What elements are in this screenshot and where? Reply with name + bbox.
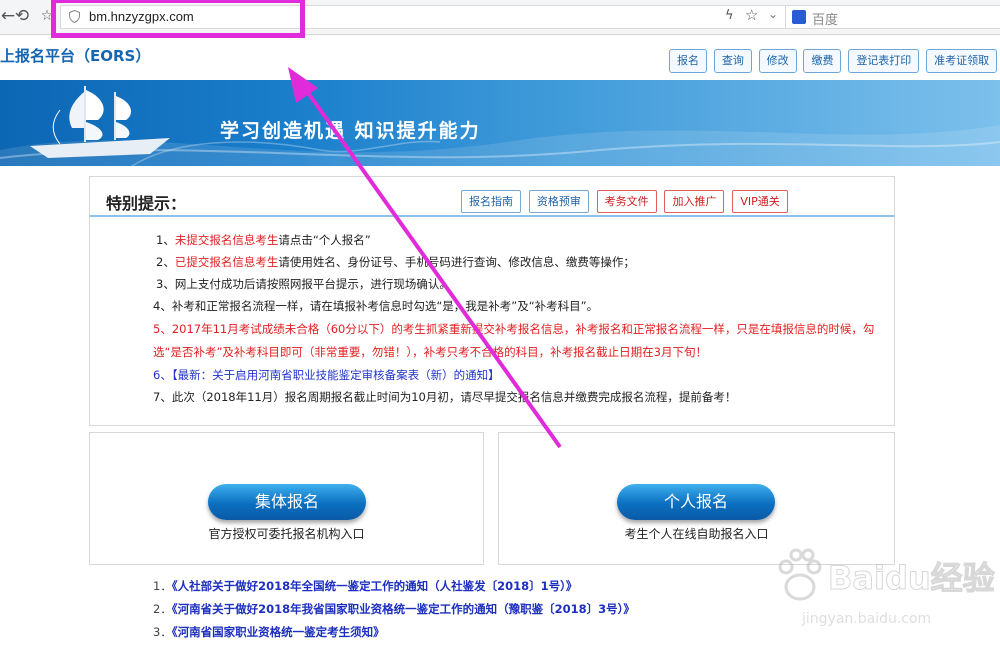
search-placeholder: 百度 [812,13,839,28]
link-registration-guide[interactable]: 报名指南 [461,190,521,213]
reload-icon[interactable]: ⟲ [12,6,32,26]
baidu-jingyan-watermark: Baidu经验 jingyan.baidu.com [770,545,995,635]
notice-links: 报名指南 资格预审 考务文件 加入推广 VIP通关 [461,190,792,213]
notice-header: 特别提示： 报名指南 资格预审 考务文件 加入推广 VIP通关 [90,177,894,217]
watermark-text: Baidu经验 [828,559,996,598]
site-header: 上报名平台（EORS） 报名 查询 修改 缴费 登记表打印 准考证领取 成绩 [0,35,1000,80]
link-exam-documents[interactable]: 考务文件 [596,190,657,213]
special-notice-panel: 特别提示： 报名指南 资格预审 考务文件 加入推广 VIP通关 1、未提交报名信… [89,176,895,426]
bookmark-star-icon[interactable]: ☆ [745,6,758,24]
link-join-promotion[interactable]: 加入推广 [664,190,725,213]
notice-item: 7、此次（2018年11月）报名周期报名截止时间为10月初，请尽早提交报名信息并… [153,390,737,404]
baidu-paw-icon [792,10,806,24]
notice-title: 特别提示： [106,194,187,213]
notice-item: 选“是否补考”及补考科目即可（非常重要，勿错！），补考只考不合格的科目，补考报名… [153,345,707,359]
notice-link-item[interactable]: 6、【最新：关于启用河南省职业技能鉴定审核备案表（新）的通知】 [153,364,500,386]
nav-pay[interactable]: 缴费 [803,49,842,73]
document-link[interactable]: 2．《河南省关于做好2018年我省国家职业资格统一鉴定工作的通知（豫职鉴〔201… [153,601,635,617]
banner-slogan: 学习创造机遇 知识提升能力 [220,120,481,142]
link-vip-pass[interactable]: VIP通关 [732,190,788,213]
url-highlight-box [51,0,305,38]
document-link[interactable]: 3．《河南省国家职业资格统一鉴定考生须知》 [153,624,385,640]
notice-item: 1、未提交报名信息考生请点击“个人报名” [156,233,371,247]
watermark-url: jingyan.baidu.com [802,611,932,627]
notice-item: 4、补考和正常报名流程一样，请在填报补考信息时勾选“是，我是补考”及“补考科目”… [153,299,599,313]
notice-item: 2、已提交报名信息考生请使用姓名、身份证号、手机号码进行查询、修改信息、缴费等操… [156,255,635,269]
personal-registration-button[interactable]: 个人报名 [617,484,775,520]
document-link[interactable]: 1．《人社部关于做好2018年全国统一鉴定工作的通知（人社鉴发〔2018〕1号）… [153,578,577,594]
banner: 学习创造机遇 知识提升能力 [0,80,1000,166]
sailing-ship-illustration [0,86,1000,166]
nav-query[interactable]: 查询 [713,49,752,73]
nav-print-form[interactable]: 登记表打印 [848,49,920,73]
group-registration-caption: 官方授权可委托报名机构入口 [208,527,365,541]
top-nav: 报名 查询 修改 缴费 登记表打印 准考证领取 成绩 [669,49,1000,73]
nav-modify[interactable]: 修改 [758,49,797,73]
group-registration-panel: 集体报名 官方授权可委托报名机构入口 [89,432,484,565]
nav-admission-ticket[interactable]: 准考证领取 [926,49,998,73]
link-qualification-review[interactable]: 资格预审 [528,190,589,213]
search-input[interactable]: 百度 [785,5,1000,29]
lightning-icon[interactable]: ϟ [725,8,734,23]
baidu-paw-watermark-icon [778,548,822,601]
chevron-down-icon[interactable]: ⌄ [768,7,778,21]
group-registration-button[interactable]: 集体报名 [208,484,366,520]
notice-item: 5、2017年11月考试成绩未合格（60分以下）的考生抓紧重新提交补考报名信息，… [153,322,875,336]
nav-register[interactable]: 报名 [669,49,707,73]
site-title: 上报名平台（EORS） [0,47,151,65]
notice-item: 3、网上支付成功后请按照网报平台提示，进行现场确认。 [156,277,451,291]
personal-registration-caption: 考生个人在线自助报名入口 [624,527,769,541]
